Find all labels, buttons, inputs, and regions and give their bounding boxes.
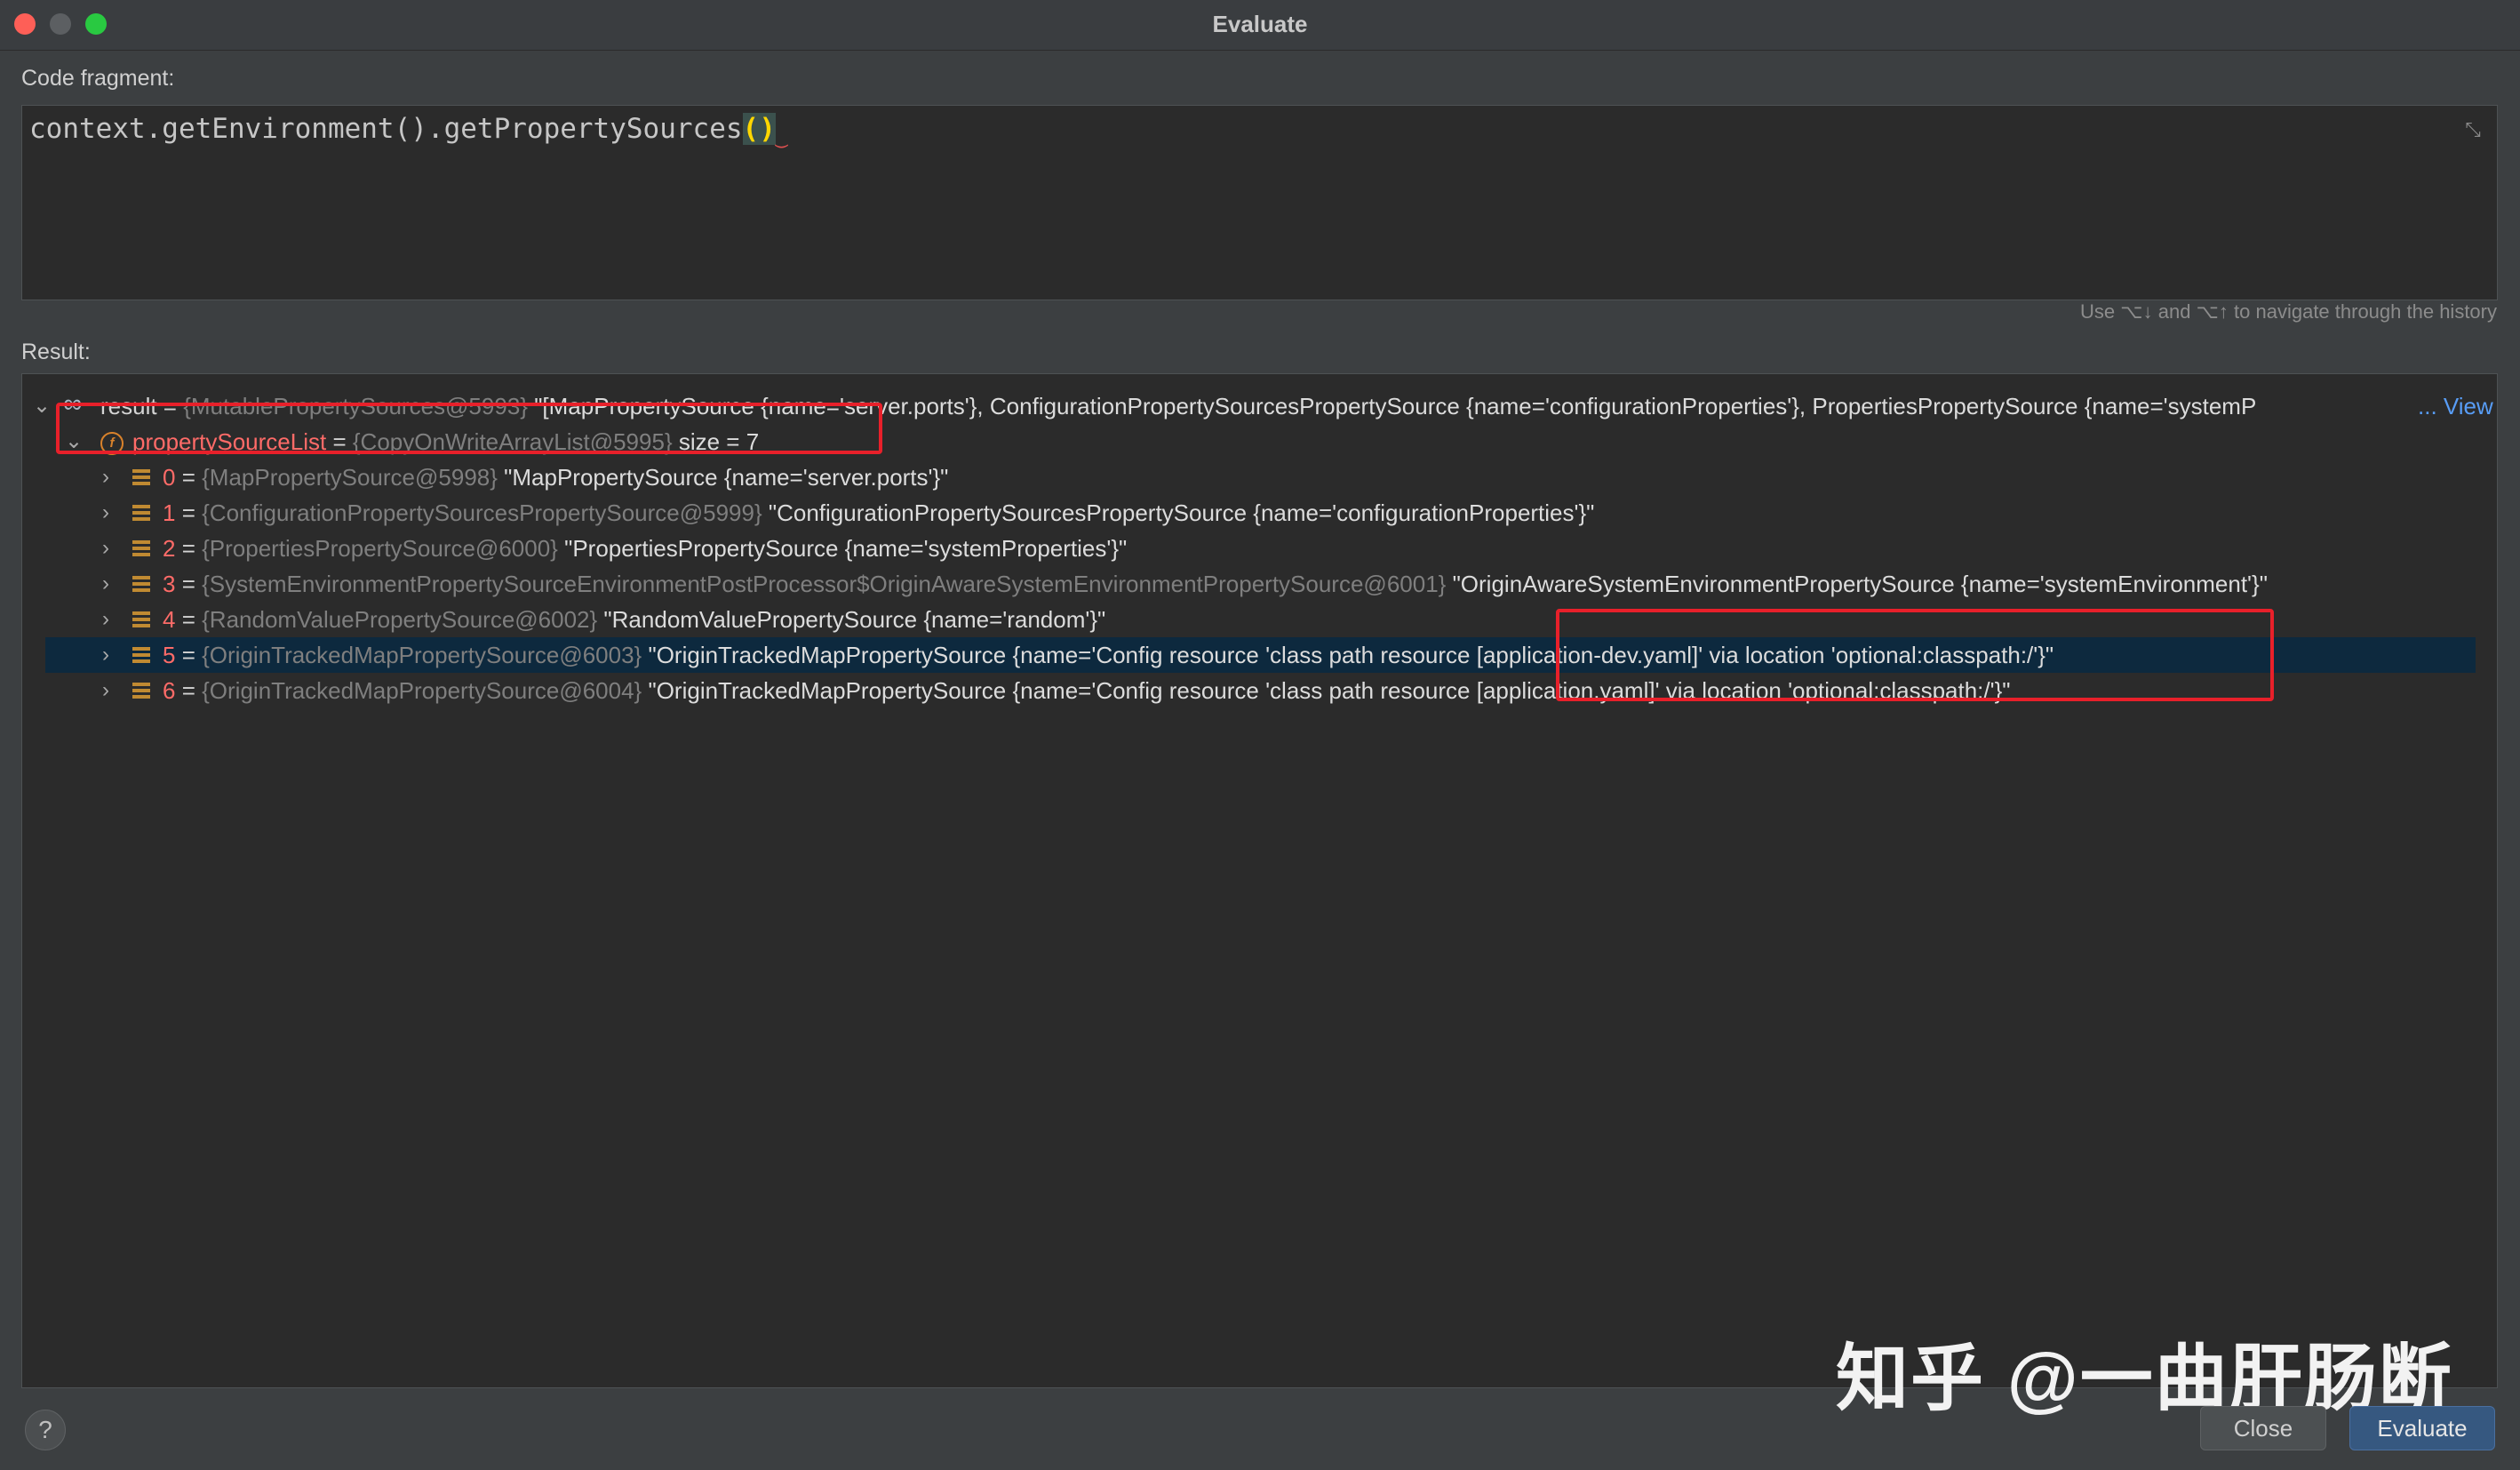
chevron-down-icon[interactable]: ⌄: [33, 388, 51, 424]
tree-row-item-0[interactable]: › 0 = {MapPropertySource@5998} "MapPrope…: [22, 459, 2497, 495]
code-fragment-label: Code fragment:: [21, 66, 175, 91]
result-tree[interactable]: ⌄ ∞ result = {MutablePropertySources@599…: [21, 373, 2498, 1388]
tree-row-item-1[interactable]: › 1 = {ConfigurationPropertySourcesPrope…: [22, 495, 2497, 531]
result-label: Result:: [21, 340, 91, 364]
list-element-icon: [132, 505, 150, 521]
tree-row-result[interactable]: ⌄ ∞ result = {MutablePropertySources@599…: [22, 388, 2497, 424]
chevron-right-icon[interactable]: ›: [97, 566, 115, 602]
tree-row-item-2[interactable]: › 2 = {PropertiesPropertySource@6000} "P…: [22, 531, 2497, 566]
chevron-right-icon[interactable]: ›: [97, 602, 115, 637]
result-value: "[MapPropertySource {name='server.ports'…: [527, 393, 2257, 419]
list-element-icon: [132, 576, 150, 592]
field-icon: f: [100, 432, 124, 455]
list-element-icon: [132, 469, 150, 485]
evaluate-button[interactable]: Evaluate: [2349, 1406, 2495, 1450]
result-type: {MutablePropertySources@5993}: [183, 393, 528, 419]
tree-row-item-4[interactable]: › 4 = {RandomValuePropertySource@6002} "…: [22, 602, 2497, 637]
tree-row-item-3[interactable]: › 3 = {SystemEnvironmentPropertySourceEn…: [22, 566, 2497, 602]
history-hint: Use ⌥↓ and ⌥↑ to navigate through the hi…: [2080, 300, 2497, 323]
help-button[interactable]: ?: [25, 1410, 66, 1450]
chevron-right-icon[interactable]: ›: [97, 637, 115, 673]
close-button[interactable]: Close: [2200, 1406, 2326, 1450]
tree-row-property-source-list[interactable]: ⌄ f propertySourceList = {CopyOnWriteArr…: [22, 424, 2497, 459]
list-element-icon: [132, 647, 150, 663]
tree-row-item-5[interactable]: › 5 = {OriginTrackedMapPropertySource@60…: [45, 637, 2476, 673]
chevron-down-icon[interactable]: ⌄: [65, 424, 83, 459]
chevron-right-icon[interactable]: ›: [97, 531, 115, 566]
chevron-right-icon[interactable]: ›: [97, 673, 115, 708]
watch-result-icon: ∞: [63, 389, 83, 419]
list-element-icon: [132, 683, 150, 699]
chevron-right-icon[interactable]: ›: [97, 495, 115, 531]
window-title: Evaluate: [1212, 11, 1308, 37]
code-text[interactable]: context.getEnvironment().getPropertySour…: [29, 113, 787, 148]
list-element-icon: [132, 540, 150, 556]
code-editor[interactable]: context.getEnvironment().getPropertySour…: [21, 105, 2498, 300]
chevron-right-icon[interactable]: ›: [97, 459, 115, 495]
list-element-icon: [132, 611, 150, 627]
view-link[interactable]: ... View: [2414, 388, 2493, 424]
title-bar: Evaluate: [0, 0, 2520, 51]
tree-row-item-6[interactable]: › 6 = {OriginTrackedMapPropertySource@60…: [22, 673, 2497, 708]
collapse-editor-icon[interactable]: ⤡: [2461, 118, 2484, 141]
